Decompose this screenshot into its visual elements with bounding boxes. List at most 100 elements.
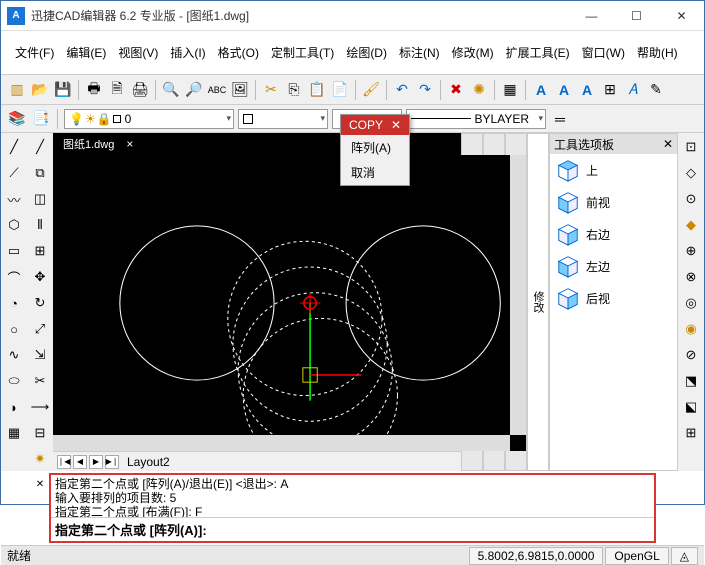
snap11-icon[interactable]: ⬕ xyxy=(681,397,701,417)
offset-icon[interactable]: ⫴ xyxy=(30,215,50,235)
clipboard-icon[interactable]: 📄 xyxy=(330,80,350,100)
context-item-cancel[interactable]: 取消 xyxy=(341,160,409,185)
snap10-icon[interactable]: ⬔ xyxy=(681,371,701,391)
spline-icon[interactable]: ∿ xyxy=(4,345,24,365)
menu-dimension[interactable]: 标注(N) xyxy=(393,42,446,63)
polyline-icon[interactable]: 〰 xyxy=(4,189,24,209)
snap12-icon[interactable]: ⊞ xyxy=(681,423,701,443)
style-icon[interactable]: 𝐴 xyxy=(623,80,643,100)
snap8-icon[interactable]: ◉ xyxy=(681,319,701,339)
circle2-icon[interactable]: ◔ xyxy=(4,293,24,313)
find-icon[interactable]: 🔍 xyxy=(161,80,181,100)
paste-icon[interactable]: 📋 xyxy=(307,80,327,100)
view-back[interactable]: 后视 xyxy=(550,282,677,314)
delete-icon[interactable]: ✖ xyxy=(446,80,466,100)
dim-icon[interactable]: ✎ xyxy=(646,80,666,100)
menu-view[interactable]: 视图(V) xyxy=(112,42,164,63)
close-button[interactable]: ✕ xyxy=(659,1,704,31)
open-icon[interactable]: 📂 xyxy=(30,80,50,100)
new-icon[interactable]: ▥ xyxy=(7,80,27,100)
doc-tab-close-icon[interactable]: × xyxy=(126,137,133,151)
hatch-icon[interactable]: ▦ xyxy=(4,423,24,443)
status-person-icon[interactable]: ◬ xyxy=(671,547,698,565)
scrollbar-horizontal[interactable] xyxy=(53,435,510,451)
extend-icon[interactable]: ⟶ xyxy=(30,397,50,417)
text-a3-icon[interactable]: A xyxy=(577,80,597,100)
explode-icon[interactable]: ✷ xyxy=(30,449,50,469)
erase-icon[interactable]: ╱ xyxy=(30,137,50,157)
view-left[interactable]: 左边 xyxy=(550,250,677,282)
menu-extend[interactable]: 扩展工具(E) xyxy=(500,42,576,63)
cmdline-close-icon[interactable]: ✕ xyxy=(33,477,47,491)
tab-nav-first[interactable]: ❘◀ xyxy=(57,455,71,469)
ellipse-icon[interactable]: ⬭ xyxy=(4,371,24,391)
spell-icon[interactable]: ABC xyxy=(207,80,227,100)
menu-help[interactable]: 帮助(H) xyxy=(631,42,684,63)
trim-icon[interactable]: ✂ xyxy=(30,371,50,391)
menu-modify[interactable]: 修改(M) xyxy=(446,42,500,63)
view-front[interactable]: 前视 xyxy=(550,186,677,218)
line-icon[interactable]: ╱ xyxy=(4,137,24,157)
field-icon[interactable]: ⊞ xyxy=(600,80,620,100)
snap6-icon[interactable]: ⊗ xyxy=(681,267,701,287)
context-close-icon[interactable]: ✕ xyxy=(391,118,401,132)
break-icon[interactable]: ⊟ xyxy=(30,423,50,443)
arc-icon[interactable]: ⌒ xyxy=(4,267,24,287)
doc-tab-active[interactable]: 图纸1.dwg xyxy=(57,135,120,153)
linetype-icon[interactable]: ═ xyxy=(550,109,570,129)
rotate-icon[interactable]: ↻ xyxy=(30,293,50,313)
redo-icon[interactable]: ↷ xyxy=(415,80,435,100)
menu-draw[interactable]: 绘图(D) xyxy=(340,42,393,63)
rectangle-icon[interactable]: ▭ xyxy=(4,241,24,261)
vtab-modify[interactable]: 修改 xyxy=(527,133,549,471)
snap7-icon[interactable]: ◎ xyxy=(681,293,701,313)
minimize-button[interactable]: — xyxy=(569,1,614,31)
burst-icon[interactable]: ✺ xyxy=(469,80,489,100)
image-icon[interactable]: 🖼 xyxy=(230,80,250,100)
array-icon[interactable]: ⊞ xyxy=(30,241,50,261)
snap4-icon[interactable]: ◆ xyxy=(681,215,701,235)
layer-state-icon[interactable]: 📑 xyxy=(31,109,51,129)
scale-icon[interactable]: ⤢ xyxy=(30,319,50,339)
menu-tools[interactable]: 定制工具(T) xyxy=(265,42,340,63)
mirror-icon[interactable]: ◫ xyxy=(30,189,50,209)
menu-insert[interactable]: 插入(I) xyxy=(164,42,211,63)
print-icon[interactable]: 🖶 xyxy=(84,80,104,100)
tab-nav-last[interactable]: ▶❘ xyxy=(105,455,119,469)
layout-tab[interactable]: Layout2 xyxy=(121,455,176,469)
plot-icon[interactable]: 🖨 xyxy=(130,80,150,100)
copy-icon[interactable]: ⎘ xyxy=(284,80,304,100)
canvas[interactable] xyxy=(53,155,526,451)
stretch-icon[interactable]: ⇲ xyxy=(30,345,50,365)
command-input[interactable]: 指定第二个点或 [阵列(A)]: xyxy=(51,517,654,541)
text-a1-icon[interactable]: A xyxy=(531,80,551,100)
menu-file[interactable]: 文件(F) xyxy=(9,42,60,63)
snap5-icon[interactable]: ⊕ xyxy=(681,241,701,261)
palette-icon[interactable]: ▦ xyxy=(500,80,520,100)
zoom-icon[interactable]: 🔎 xyxy=(184,80,204,100)
tab-nav-next[interactable]: ▶ xyxy=(89,455,103,469)
copy2-icon[interactable]: ⧉ xyxy=(30,163,50,183)
circle-icon[interactable]: ○ xyxy=(4,319,24,339)
tab-nav-prev[interactable]: ◀ xyxy=(73,455,87,469)
layer-manager-icon[interactable]: 📚 xyxy=(7,109,27,129)
snap9-icon[interactable]: ⊘ xyxy=(681,345,701,365)
spiral-icon[interactable]: ὿ xyxy=(4,449,24,469)
menu-window[interactable]: 窗口(W) xyxy=(576,42,631,63)
save-icon[interactable]: 💾 xyxy=(53,80,73,100)
move-icon[interactable]: ✥ xyxy=(30,267,50,287)
xline-icon[interactable]: ⟋ xyxy=(4,163,24,183)
snap2-icon[interactable]: ◇ xyxy=(681,163,701,183)
lineweight-dropdown[interactable]: BYLAYER xyxy=(406,109,546,129)
context-item-array[interactable]: 阵列(A) xyxy=(341,135,409,160)
palette-close-icon[interactable]: ✕ xyxy=(663,137,673,151)
undo-icon[interactable]: ↶ xyxy=(392,80,412,100)
view-right[interactable]: 右边 xyxy=(550,218,677,250)
brush-icon[interactable]: 🖌 xyxy=(361,80,381,100)
view-top[interactable]: 上 xyxy=(550,154,677,186)
snap1-icon[interactable]: ⊡ xyxy=(681,137,701,157)
ellipsearc-icon[interactable]: ◗ xyxy=(4,397,24,417)
color-dropdown[interactable] xyxy=(238,109,328,129)
maximize-button[interactable]: ☐ xyxy=(614,1,659,31)
scrollbar-vertical[interactable] xyxy=(510,155,526,435)
